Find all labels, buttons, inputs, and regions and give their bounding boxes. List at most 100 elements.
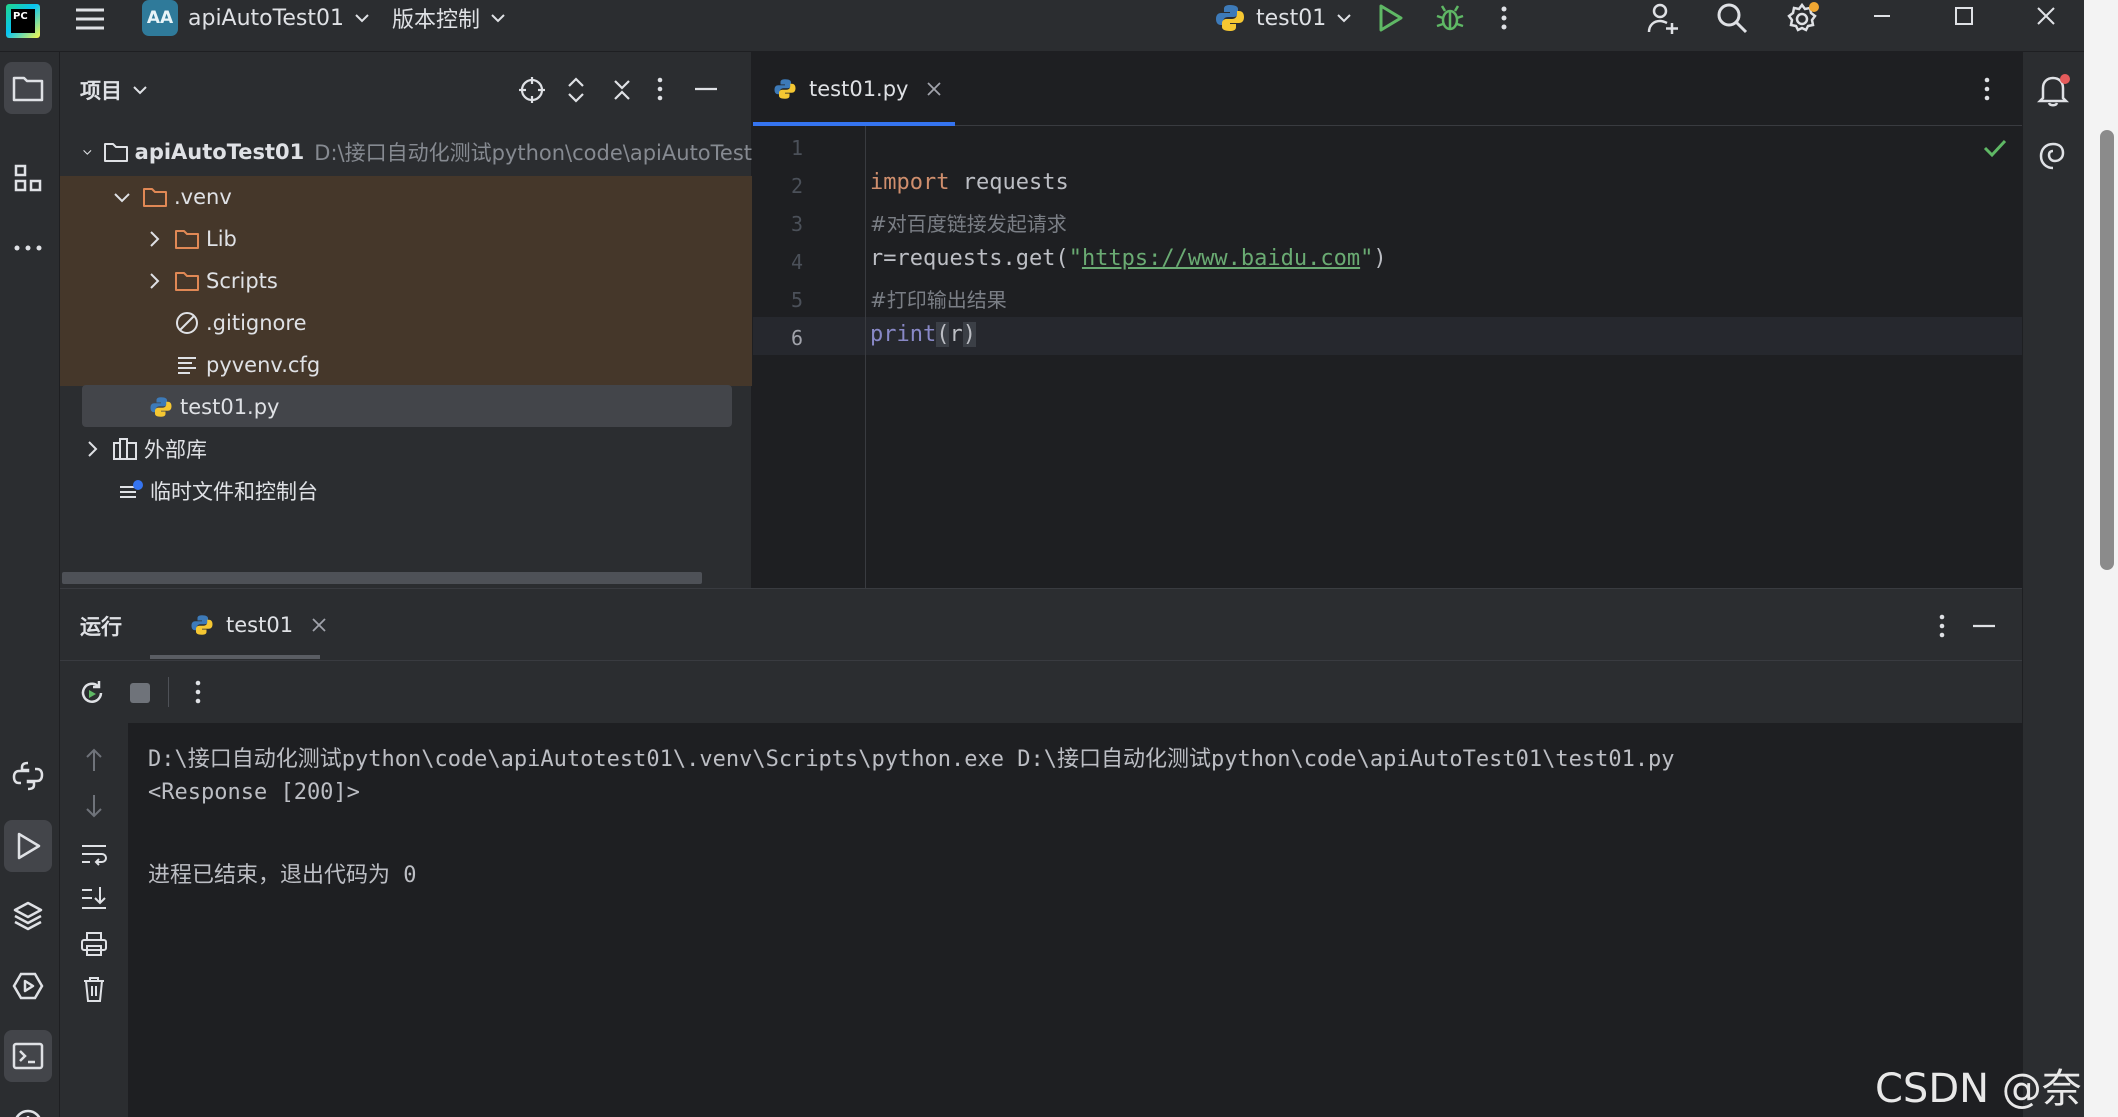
- services-icon: [12, 972, 44, 1000]
- arrow-down-icon[interactable]: [82, 793, 106, 819]
- debug-button[interactable]: [1434, 2, 1466, 34]
- tree-item-test01-py[interactable]: test01.py: [60, 386, 752, 428]
- code-string-quote: ": [1068, 246, 1082, 271]
- run-config-label: test01: [1256, 5, 1327, 31]
- close-tab-icon[interactable]: [311, 617, 327, 633]
- structure-tool-button[interactable]: [4, 152, 52, 204]
- tree-item-lib[interactable]: Lib: [60, 218, 752, 260]
- tab-run-test01[interactable]: test01: [172, 589, 345, 661]
- tree-item-pyvenv-cfg[interactable]: pyvenv.cfg: [60, 344, 752, 386]
- tree-item-label: Scripts: [206, 269, 278, 293]
- minimize-icon[interactable]: [1870, 4, 1894, 28]
- folder-icon: [12, 76, 44, 102]
- chevron-right-icon: [88, 441, 98, 457]
- notifications-bell-icon[interactable]: [2037, 72, 2071, 108]
- chevron-down-icon: [355, 14, 369, 23]
- text-file-icon: [174, 352, 200, 378]
- scroll-to-end-icon[interactable]: [80, 885, 108, 911]
- title-bar: PC AA apiAutoTest01 版本控制 test01: [0, 0, 2118, 52]
- run-options-icon[interactable]: [1938, 613, 1946, 639]
- project-tool-button[interactable]: [4, 62, 52, 114]
- tree-item-scratches[interactable]: 临时文件和控制台: [60, 470, 752, 512]
- tree-item-label: pyvenv.cfg: [206, 353, 321, 377]
- collapse-all-icon[interactable]: [612, 78, 632, 102]
- run-button[interactable]: [1376, 2, 1404, 34]
- settings-gear-icon[interactable]: [1786, 0, 1820, 36]
- terminal-icon: [12, 1042, 44, 1070]
- trash-icon[interactable]: [82, 975, 106, 1003]
- more-tools-icon[interactable]: [4, 222, 52, 274]
- tab-label: test01.py: [809, 77, 909, 101]
- horizontal-scrollbar[interactable]: [62, 572, 702, 584]
- editor-tab-bar: test01.py: [753, 52, 2022, 126]
- python-console-icon: [12, 761, 44, 791]
- folder-icon: [174, 268, 200, 294]
- gutter-divider: [865, 126, 866, 588]
- stop-icon[interactable]: [128, 681, 152, 705]
- close-window-icon[interactable]: [2034, 4, 2058, 28]
- run-tool-button[interactable]: [4, 820, 52, 872]
- tree-item-label: .gitignore: [206, 311, 307, 335]
- toolbar-divider: [168, 677, 169, 707]
- code-builtin: print: [870, 322, 937, 347]
- search-icon[interactable]: [1716, 0, 1748, 36]
- python-packages-tool-button[interactable]: [4, 890, 52, 942]
- bug-icon: [1436, 5, 1464, 31]
- left-tool-strip: [0, 52, 60, 1117]
- tree-item-venv[interactable]: .venv: [60, 176, 752, 218]
- tree-item-gitignore[interactable]: .gitignore: [60, 302, 752, 344]
- python-icon: [1216, 5, 1244, 31]
- code-bracket: (: [936, 322, 950, 347]
- rerun-icon[interactable]: [78, 679, 106, 707]
- arrow-up-icon[interactable]: [82, 747, 106, 773]
- python-icon: [191, 615, 213, 635]
- soft-wrap-icon[interactable]: [80, 841, 108, 867]
- project-switcher[interactable]: AA apiAutoTest01: [142, 0, 370, 36]
- right-tool-strip: [2022, 52, 2084, 1117]
- vcs-menu[interactable]: 版本控制: [392, 0, 506, 36]
- more-actions-icon[interactable]: [194, 679, 202, 705]
- expand-all-icon[interactable]: [566, 76, 586, 104]
- options-icon[interactable]: [656, 76, 664, 102]
- tab-options-icon[interactable]: [1983, 76, 1991, 102]
- code-line-5[interactable]: #打印输出结果: [870, 284, 1007, 313]
- code-line-4[interactable]: r=requests.get("https://www.baidu.com"): [870, 246, 1387, 271]
- csdn-watermark: CSDN @奈葵: [1875, 1066, 2082, 1112]
- add-user-icon[interactable]: [1646, 0, 1680, 36]
- layers-icon: [13, 901, 43, 931]
- code-line-6[interactable]: print(r): [870, 322, 976, 347]
- pycharm-logo-icon: PC: [6, 4, 40, 38]
- hide-panel-icon[interactable]: [694, 86, 718, 92]
- run-panel: 运行 test01 D:\接口自动化测试python\code\apiAutot…: [60, 588, 2022, 1117]
- no-problems-check-icon[interactable]: [1983, 138, 2007, 158]
- maximize-icon[interactable]: [1952, 4, 1976, 28]
- code-url[interactable]: https://www.baidu.com: [1082, 246, 1360, 271]
- services-tool-button[interactable]: [4, 960, 52, 1012]
- python-console-tool-button[interactable]: [4, 750, 52, 802]
- locate-file-icon[interactable]: [518, 76, 546, 104]
- code-line-2[interactable]: import requests: [870, 170, 1069, 195]
- more-actions-icon[interactable]: [1500, 2, 1508, 34]
- problems-tool-button[interactable]: [4, 1098, 52, 1117]
- project-view-selector[interactable]: 项目: [80, 52, 148, 128]
- tab-test01-py[interactable]: test01.py: [755, 52, 960, 126]
- console-output-line: D:\接口自动化测试python\code\apiAutotest01\.ven…: [148, 747, 1675, 772]
- project-name: apiAutoTest01: [188, 5, 344, 31]
- code-line-3[interactable]: #对百度链接发起请求: [870, 208, 1067, 237]
- tree-item-scripts[interactable]: Scripts: [60, 260, 752, 302]
- hide-panel-icon[interactable]: [1972, 623, 1996, 629]
- tree-item-external-libraries[interactable]: 外部库: [60, 428, 752, 470]
- console-output-line: 进程已结束，退出代码为 0: [148, 863, 417, 888]
- code-string-quote: ": [1360, 246, 1374, 271]
- run-icon: [17, 832, 41, 860]
- page-scrollbar-thumb[interactable]: [2100, 130, 2114, 570]
- run-config-selector[interactable]: test01: [1214, 0, 1352, 36]
- print-icon[interactable]: [80, 931, 108, 957]
- line-number-current: 6: [790, 326, 803, 350]
- close-tab-icon[interactable]: [926, 81, 942, 97]
- chevron-down-icon: [114, 193, 130, 203]
- ai-assistant-spiral-icon[interactable]: [2037, 140, 2069, 172]
- main-menu-icon[interactable]: [74, 2, 106, 36]
- tree-item-root[interactable]: apiAutoTest01 D:\接口自动化测试python\code\apiA…: [60, 131, 752, 173]
- terminal-tool-button[interactable]: [4, 1030, 52, 1082]
